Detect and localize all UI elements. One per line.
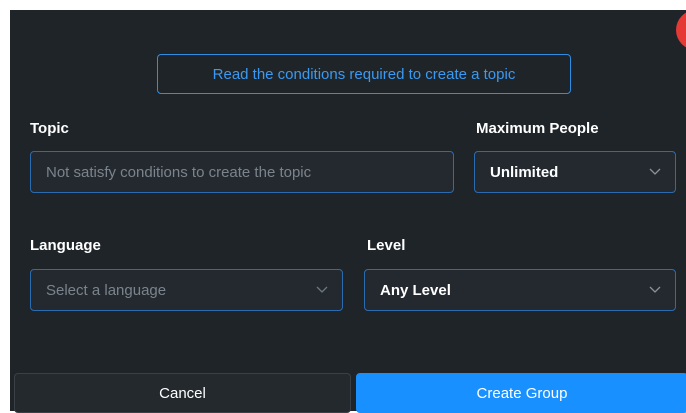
level-label: Level xyxy=(367,237,406,254)
topic-placeholder: Not satisfy conditions to create the top… xyxy=(46,163,312,181)
language-label: Language xyxy=(30,237,101,254)
chevron-down-icon xyxy=(316,286,328,293)
level-value: Any Level xyxy=(380,281,451,299)
chevron-down-icon xyxy=(649,168,661,175)
read-conditions-button[interactable]: Read the conditions required to create a… xyxy=(157,54,571,94)
create-group-label: Create Group xyxy=(476,384,568,402)
language-select[interactable]: Select a language xyxy=(30,269,343,311)
close-button[interactable]: X xyxy=(676,10,686,50)
page-frame: Read the conditions required to create a… xyxy=(0,0,686,413)
cancel-button[interactable]: Cancel xyxy=(14,373,351,413)
max-people-value: Unlimited xyxy=(490,163,559,181)
cancel-label: Cancel xyxy=(159,384,206,402)
topic-input[interactable]: Not satisfy conditions to create the top… xyxy=(30,151,454,193)
chevron-down-icon xyxy=(649,286,661,293)
language-placeholder: Select a language xyxy=(46,281,167,299)
create-group-dialog: Read the conditions required to create a… xyxy=(10,10,686,411)
max-people-label: Maximum People xyxy=(476,120,599,137)
level-select[interactable]: Any Level xyxy=(364,269,676,311)
read-conditions-label: Read the conditions required to create a… xyxy=(212,65,516,83)
topic-label: Topic xyxy=(30,120,69,137)
max-people-select[interactable]: Unlimited xyxy=(474,151,676,193)
create-group-button[interactable]: Create Group xyxy=(356,373,686,413)
